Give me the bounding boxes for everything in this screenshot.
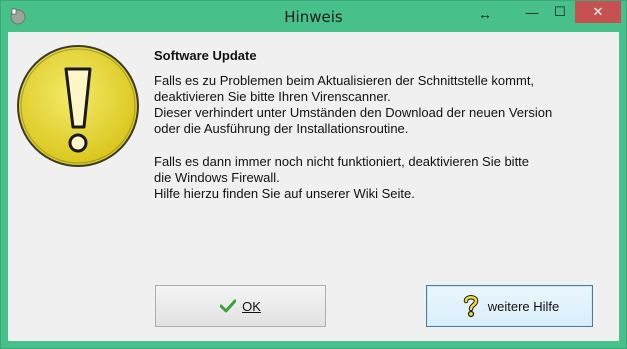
dialog-window: Hinweis ↔ — ☐ ✕ Software Update Falls es… bbox=[0, 0, 627, 349]
close-button[interactable]: ✕ bbox=[575, 1, 621, 23]
message-line: oder die Ausführung der Installationsrou… bbox=[154, 121, 409, 136]
maximize-button[interactable]: ☐ bbox=[547, 1, 573, 23]
help-button[interactable]: weitere Hilfe bbox=[426, 285, 593, 327]
message-line: Falls es zu Problemen beim Aktualisieren… bbox=[154, 73, 535, 88]
ok-button[interactable]: OK bbox=[155, 285, 326, 327]
help-button-label: weitere Hilfe bbox=[487, 298, 560, 314]
message-line: Falls es dann immer noch nicht funktioni… bbox=[154, 154, 530, 169]
message-line: deaktivieren Sie bitte Ihren Virenscanne… bbox=[154, 89, 391, 104]
exclamation-icon bbox=[17, 45, 139, 167]
ok-button-label: OK bbox=[242, 298, 261, 314]
dialog-content: Software Update Falls es zu Problemen be… bbox=[8, 32, 619, 341]
resize-arrows-icon[interactable]: ↔ bbox=[470, 3, 500, 25]
message-line: Dieser verhindert unter Umständen den Do… bbox=[154, 105, 553, 120]
dialog-heading: Software Update bbox=[154, 48, 257, 63]
message-line: Hilfe hierzu finden Sie auf unserer Wiki… bbox=[154, 186, 415, 201]
title-bar[interactable]: Hinweis ↔ — ☐ ✕ bbox=[1, 1, 626, 32]
message-line: die Windows Firewall. bbox=[154, 170, 280, 185]
minimize-button[interactable]: — bbox=[519, 1, 545, 23]
checkmark-icon bbox=[220, 299, 237, 313]
question-mark-icon bbox=[460, 294, 482, 318]
